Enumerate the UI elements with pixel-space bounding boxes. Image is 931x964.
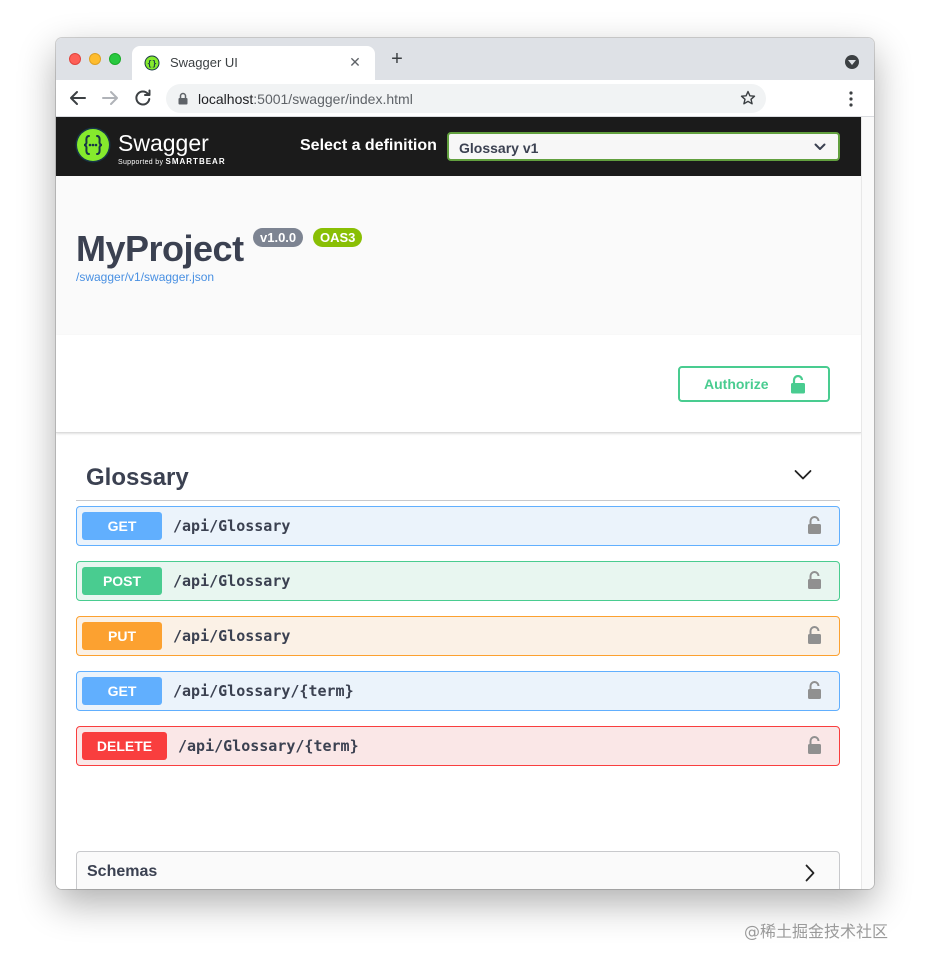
definition-select[interactable]: Glossary v1 — [447, 132, 840, 161]
zoom-window-button[interactable] — [109, 53, 121, 65]
unlocked-icon[interactable] — [807, 681, 822, 700]
method-badge: PUT — [82, 622, 162, 650]
tagline-prefix: Supported by — [118, 159, 166, 166]
operation-path: /api/Glossary — [173, 572, 291, 590]
page-title: MyProject — [76, 228, 244, 269]
page-scrollbar[interactable] — [861, 117, 874, 889]
operation-get-glossary-term[interactable]: GET /api/Glossary/{term} — [76, 671, 840, 711]
forward-arrow-icon[interactable] — [99, 88, 121, 108]
chevron-right-icon[interactable] — [805, 864, 815, 882]
scheme-container: Authorize — [56, 335, 861, 433]
bookmark-star-icon[interactable] — [740, 90, 756, 106]
url-path: :5001/swagger/index.html — [253, 91, 413, 107]
tag-section-header[interactable]: Glossary — [76, 451, 840, 501]
definition-selected-value: Glossary v1 — [459, 140, 539, 156]
operation-path: /api/Glossary — [173, 517, 291, 535]
method-badge: GET — [82, 512, 162, 540]
browser-toolbar: localhost:5001/swagger/index.html — [56, 80, 874, 117]
reload-icon[interactable] — [132, 88, 154, 108]
tab-search-icon[interactable] — [845, 55, 859, 69]
lock-icon[interactable] — [178, 92, 188, 105]
schemas-title: Schemas — [87, 863, 158, 880]
tagline-company: SMARTBEAR — [165, 157, 226, 166]
operation-put-glossary[interactable]: PUT /api/Glossary — [76, 616, 840, 656]
unlocked-icon[interactable] — [807, 516, 822, 535]
new-tab-button[interactable]: + — [386, 48, 408, 70]
browser-window: {} Swagger UI ✕ + localhost:5001/swagger… — [56, 38, 874, 889]
method-badge: DELETE — [82, 732, 167, 760]
svg-text:{}: {} — [147, 59, 157, 68]
watermark-text: @稀土掘金技术社区 — [744, 922, 889, 941]
page-viewport: Swagger Supported by SMARTBEAR Select a … — [56, 117, 861, 889]
back-arrow-icon[interactable] — [67, 88, 89, 108]
authorize-button[interactable]: Authorize — [678, 366, 830, 402]
version-badge: v1.0.0 — [253, 228, 304, 247]
url-text: localhost:5001/swagger/index.html — [198, 91, 413, 107]
operation-path: /api/Glossary/{term} — [173, 682, 354, 700]
schemas-section[interactable]: Schemas — [76, 851, 840, 889]
minimize-window-button[interactable] — [89, 53, 101, 65]
method-badge: POST — [82, 567, 162, 595]
unlocked-icon[interactable] — [807, 736, 822, 755]
spec-json-link[interactable]: /swagger/v1/swagger.json — [76, 270, 214, 284]
operation-get-glossary[interactable]: GET /api/Glossary — [76, 506, 840, 546]
unlocked-icon[interactable] — [807, 626, 822, 645]
swagger-brand-name: Swagger — [118, 130, 209, 156]
operation-post-glossary[interactable]: POST /api/Glossary — [76, 561, 840, 601]
oas-badge: OAS3 — [313, 228, 363, 247]
swagger-favicon-icon: {} — [144, 55, 160, 71]
browser-tab[interactable]: {} Swagger UI ✕ — [132, 46, 375, 80]
operation-path: /api/Glossary/{term} — [178, 737, 359, 755]
smartbear-tagline: Supported by SMARTBEAR — [118, 157, 226, 166]
method-badge: GET — [82, 677, 162, 705]
authorize-label: Authorize — [704, 376, 769, 392]
unlocked-icon[interactable] — [807, 571, 822, 590]
swagger-logo-icon[interactable] — [75, 127, 111, 163]
tab-close-icon[interactable]: ✕ — [347, 53, 363, 71]
operation-path: /api/Glossary — [173, 627, 291, 645]
chevron-down-icon[interactable] — [794, 469, 812, 481]
browser-menu-icon[interactable] — [848, 90, 854, 108]
api-info-section: MyProject v1.0.0 OAS3 /swagger/v1/swagge… — [56, 176, 861, 335]
operation-delete-glossary-term[interactable]: DELETE /api/Glossary/{term} — [76, 726, 840, 766]
swagger-topbar: Swagger Supported by SMARTBEAR Select a … — [56, 117, 861, 176]
tag-title: Glossary — [86, 464, 189, 491]
tab-strip: {} Swagger UI ✕ + — [56, 38, 874, 80]
chevron-down-icon — [814, 143, 826, 150]
url-host: localhost — [198, 91, 254, 107]
unlocked-icon — [791, 375, 805, 394]
definition-label: Select a definition — [300, 137, 437, 154]
close-window-button[interactable] — [69, 53, 81, 65]
tab-title: Swagger UI — [170, 55, 238, 70]
address-bar[interactable]: localhost:5001/swagger/index.html — [166, 84, 766, 113]
